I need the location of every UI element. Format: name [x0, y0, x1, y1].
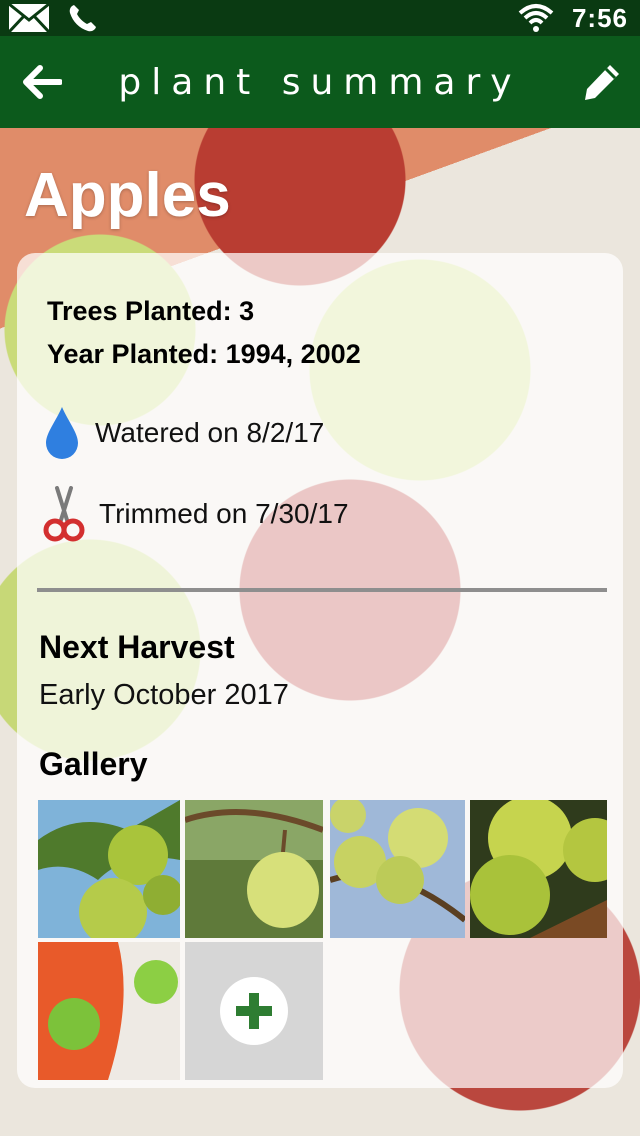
trees-planted: Trees Planted: 3 [47, 296, 255, 326]
pencil-icon [585, 65, 619, 100]
trimmed-row: Trimmed on 7/30/17 [43, 486, 349, 542]
mail-icon [8, 3, 50, 33]
watered-text: Watered on 8/2/17 [95, 417, 325, 448]
plant-name: Apples [24, 161, 231, 230]
wifi-icon [518, 4, 554, 32]
watered-row: Watered on 8/2/17 [43, 405, 324, 461]
status-bar: 7:56 [0, 0, 640, 36]
status-right: 7:56 [518, 3, 628, 34]
next-harvest-value: Early October 2017 [39, 679, 289, 711]
back-button[interactable] [22, 64, 63, 100]
trimmed-text: Trimmed on 7/30/17 [99, 498, 349, 529]
edit-button[interactable] [582, 62, 622, 102]
add-photo-button[interactable] [185, 942, 323, 1080]
app-bar: plant summary [0, 36, 640, 128]
year-planted: Year Planted: 1994, 2002 [47, 339, 361, 369]
plus-icon [236, 993, 272, 1029]
gallery-photo-5[interactable] [38, 942, 180, 1080]
gallery-photo-2[interactable] [185, 800, 323, 938]
phone-icon [69, 5, 96, 32]
next-harvest-heading: Next Harvest [39, 629, 235, 665]
gallery-photo-4[interactable] [470, 800, 607, 938]
plant-summary-card: Trees Planted: 3 Year Planted: 1994, 200… [17, 253, 623, 1088]
divider [37, 588, 607, 592]
gallery-photo-3[interactable] [330, 800, 465, 938]
scissors-icon [43, 486, 85, 542]
gallery-photo-1[interactable] [38, 800, 180, 938]
add-circle [220, 977, 288, 1045]
water-drop-icon [46, 407, 78, 459]
arrow-left-icon [23, 65, 63, 99]
status-left [8, 3, 98, 33]
clock: 7:56 [571, 2, 628, 33]
gallery-heading: Gallery [39, 746, 148, 782]
app-title: plant summary [118, 61, 522, 103]
